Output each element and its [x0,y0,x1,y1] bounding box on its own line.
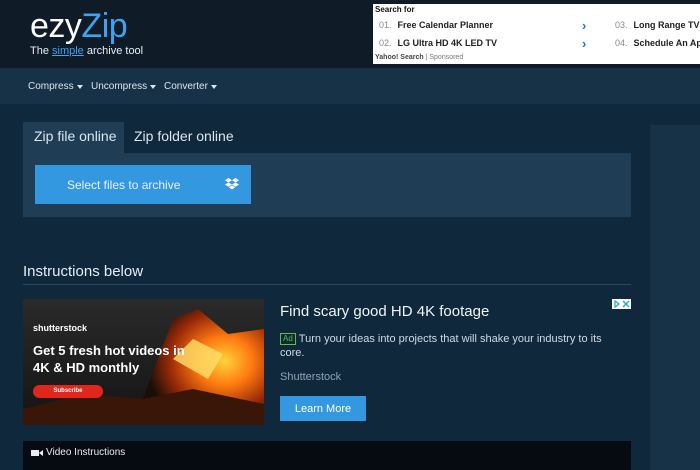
ad-image-brand: shutterstock [33,323,88,333]
caret-down-icon [210,84,217,89]
nav-label: Uncompress [91,81,148,92]
right-sidebar [650,125,700,470]
ad-item-text: LG Ultra HD 4K LED TV [397,38,498,48]
video-instructions-heading: Video Instructions [31,447,125,458]
nav-uncompress-dropdown[interactable]: Uncompress [91,81,157,92]
ad-search-for-label: Search for [375,5,415,14]
ad-subscribe-button[interactable]: Subscribe [33,385,103,398]
ad-item-text: Free Calendar Planner [397,20,494,30]
tagline-highlight: simple [52,45,84,57]
ad-item-text: Schedule An Ap [633,38,700,48]
dropbox-icon[interactable] [225,178,239,190]
ad-search-link-4[interactable]: 04. Schedule An Ap [615,38,700,48]
learn-more-button[interactable]: Learn More [280,396,366,421]
chevron-right-icon[interactable]: › [582,18,586,33]
ad-search-link-3[interactable]: 03. Long Range TV [615,20,700,30]
ad-item-number: 04. [615,38,628,48]
ad-image-headline: Get 5 fresh hot videos in 4K & HD monthl… [33,343,185,375]
logo-part-ezy: ezy [30,7,82,45]
ad-search-link-1[interactable]: 01. Free Calendar Planner [379,20,493,30]
video-instructions-bar: Video Instructions [23,441,631,470]
divider [23,284,631,285]
ad-choices-icon[interactable] [612,299,631,309]
nav-converter-dropdown[interactable]: Converter [164,81,217,92]
chevron-right-icon[interactable]: › [582,36,586,51]
ad-footer: Yahoo! Search | Sponsored [375,54,463,61]
select-files-button[interactable]: Select files to archive [35,165,251,204]
tagline-suffix: archive tool [83,45,144,57]
tagline-prefix: The [30,45,53,57]
nav-compress-dropdown[interactable]: Compress [28,81,83,92]
select-files-label: Select files to archive [67,177,181,192]
caret-down-icon [150,84,157,89]
main-nav: Compress Uncompress Converter [0,68,700,104]
nav-label: Compress [28,81,74,92]
upload-panel: Select files to archive [23,153,631,217]
ad-headline[interactable]: Find scary good HD 4K footage [280,303,489,320]
instructions-heading: Instructions below [23,263,144,280]
logo-part-zip: Zip [81,7,128,45]
logo-tagline: The simple archive tool [30,45,143,57]
ad-item-number: 01. [379,20,392,30]
ad-footer-brand: Yahoo! Search [375,54,424,61]
ad-image[interactable]: shutterstock Get 5 fresh hot videos in 4… [23,299,264,425]
video-instructions-label: Video Instructions [46,447,126,458]
logo-wordmark: ezyZip [30,8,143,44]
ezyzip-logo[interactable]: ezyZip The simple archive tool [30,8,143,57]
ad-item-number: 03. [615,20,628,30]
ad-item-text: Long Range TV [633,20,700,30]
nav-label: Converter [164,81,208,92]
sponsored-search-ad: Search for 01. Free Calendar Planner › 02… [373,4,700,64]
tab-zip-file-online[interactable]: Zip file online [23,122,124,153]
ad-description: Ad Turn your ideas into projects that wil… [280,332,620,360]
site-header: ezyZip The simple archive tool Search fo… [0,0,700,68]
ad-badge: Ad [280,333,296,345]
ad-source: Shutterstock [280,371,342,383]
tab-zip-folder-online[interactable]: Zip folder online [124,122,244,153]
video-camera-icon [31,449,43,456]
ad-search-link-2[interactable]: 02. LG Ultra HD 4K LED TV [379,38,497,48]
ad-description-text: Turn your ideas into projects that will … [280,333,602,359]
ad-footer-label: Sponsored [429,54,464,61]
caret-down-icon [76,84,83,89]
ad-item-number: 02. [379,38,392,48]
